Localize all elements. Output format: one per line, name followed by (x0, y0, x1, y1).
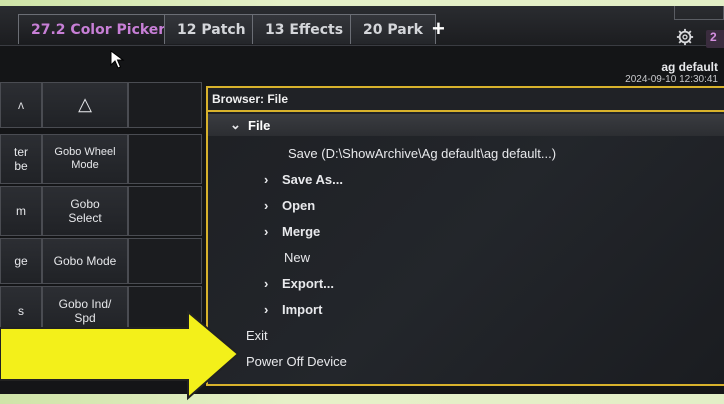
chevron-right-icon: › (264, 172, 269, 187)
item-label: Save As... (282, 172, 343, 187)
merge-item[interactable]: › Merge (264, 224, 320, 239)
tab-bar: 27.2 Color Picker 12 Patch 13 Effects 20… (0, 6, 724, 46)
tab-park[interactable]: 20 Park (350, 14, 436, 44)
tab-label: 12 Patch (177, 21, 246, 38)
tab-color-picker[interactable]: 27.2 Color Picker (18, 14, 179, 44)
item-label: Export... (282, 276, 335, 291)
chevron-right-icon: › (264, 276, 269, 291)
partial-param-button[interactable]: m (0, 186, 42, 236)
tab-label: 27.2 Color Picker (31, 21, 166, 38)
empty-cell[interactable] (128, 186, 202, 236)
export-item[interactable]: › Export... (264, 276, 334, 291)
partial-top-cell[interactable]: ʌ (0, 82, 42, 128)
file-folder-row[interactable]: ⌄ File (208, 114, 724, 136)
gobo-mode-button[interactable]: Gobo Mode (42, 238, 128, 284)
file-browser: Browser: File ⌄ File Save (D:\ShowArchiv… (206, 86, 724, 386)
new-item[interactable]: New (284, 250, 310, 265)
folder-label: File (248, 117, 271, 133)
gobo-select-button[interactable]: Gobo Select (42, 186, 128, 236)
add-tab-button[interactable]: + (432, 16, 445, 42)
mouse-cursor-icon (110, 50, 125, 69)
tab-effects[interactable]: 13 Effects (252, 14, 357, 44)
show-datetime: 2024-09-10 12:30:41 (625, 74, 718, 85)
corner-tab-tag[interactable]: 2 (706, 30, 724, 48)
up-arrow-cell[interactable]: △ (42, 82, 128, 128)
gear-icon[interactable] (676, 28, 694, 46)
partial-param-button[interactable]: ge (0, 238, 42, 284)
chevron-down-icon: ⌄ (230, 117, 241, 132)
chevron-right-icon: › (264, 224, 269, 239)
chevron-right-icon: › (264, 302, 269, 317)
top-right-frame (674, 6, 724, 20)
empty-cell[interactable] (128, 238, 202, 284)
chevron-right-icon: › (264, 198, 269, 213)
item-label: Open (282, 198, 316, 213)
power-off-item[interactable]: Power Off Device (246, 354, 347, 369)
item-label: Power Off Device (246, 354, 347, 369)
empty-cell[interactable] (128, 134, 202, 184)
tab-patch[interactable]: 12 Patch (164, 14, 259, 44)
partial-param-button[interactable]: ter be (0, 134, 42, 184)
import-item[interactable]: › Import (264, 302, 322, 317)
item-label: Save (D:\ShowArchive\Ag default\ag defau… (288, 146, 557, 161)
show-name: ag default (661, 60, 718, 74)
gobo-wheel-mode-button[interactable]: Gobo Wheel Mode (42, 134, 128, 184)
partial-triangle-icon: ʌ (18, 97, 24, 112)
save-item[interactable]: Save (D:\ShowArchive\Ag default\ag defau… (288, 146, 556, 161)
show-info: ag default 2024-09-10 12:30:41 (564, 60, 724, 85)
tab-label: 13 Effects (265, 21, 344, 38)
item-label: New (284, 250, 311, 265)
save-as-item[interactable]: › Save As... (264, 172, 343, 187)
triangle-up-icon: △ (78, 94, 92, 115)
tab-label: 20 Park (363, 21, 423, 38)
item-label: Merge (282, 224, 321, 239)
item-label: Import (282, 302, 323, 317)
browser-title: Browser: File (208, 88, 724, 112)
open-item[interactable]: › Open (264, 198, 315, 213)
yellow-arrow-icon (0, 309, 240, 401)
empty-cell[interactable] (128, 82, 202, 128)
